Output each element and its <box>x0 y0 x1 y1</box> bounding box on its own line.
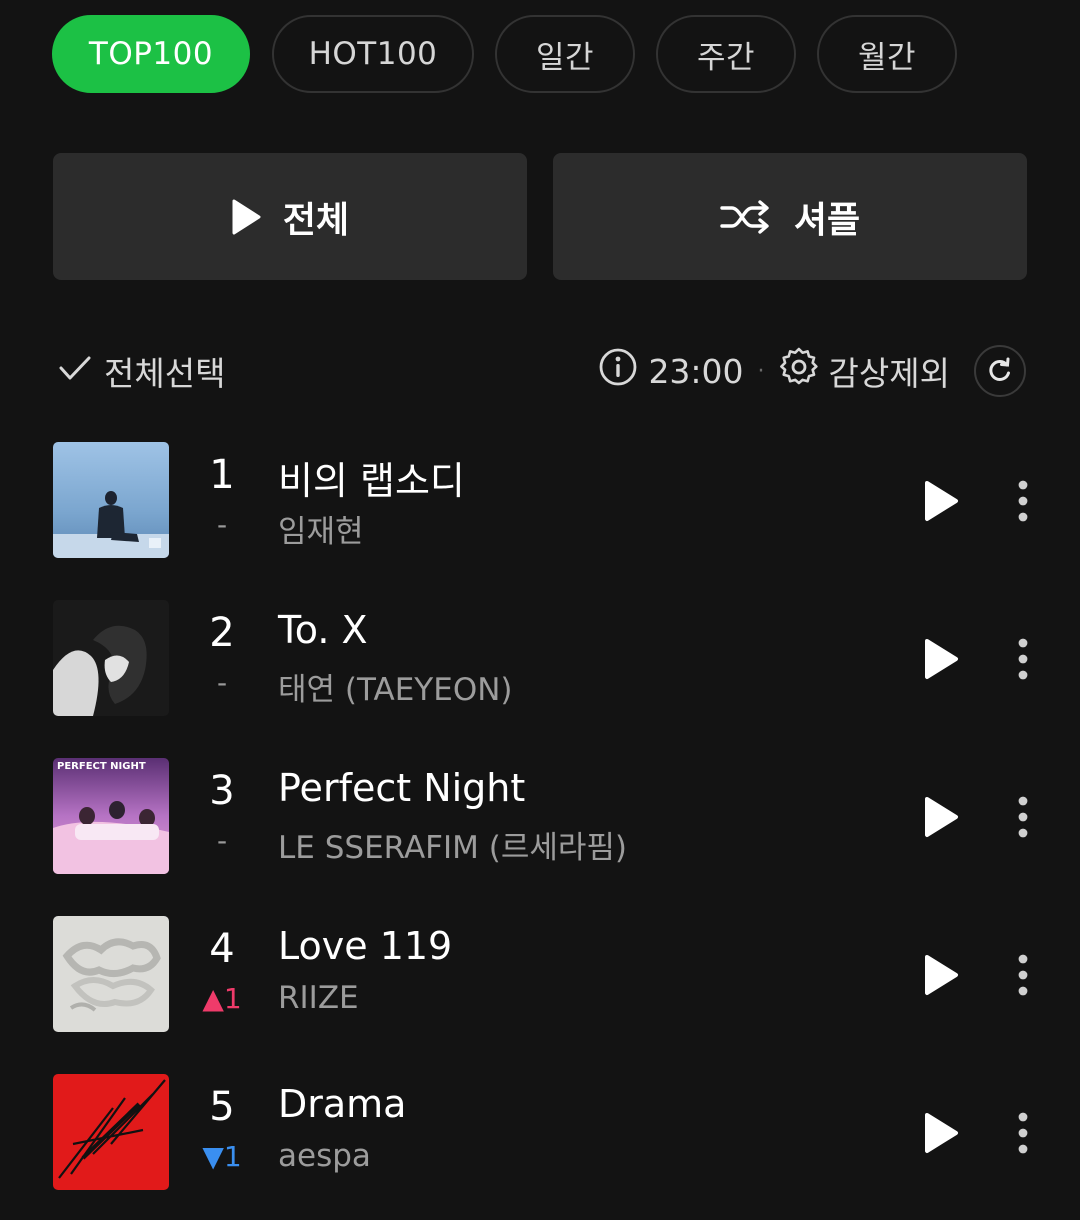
album-art <box>53 916 169 1032</box>
song-title[interactable]: Perfect Night <box>278 766 525 810</box>
song-artist[interactable]: LE SSERAFIM (르세라핌) <box>278 822 627 867</box>
rank-number: 3 <box>209 768 235 814</box>
song-artist[interactable]: 태연 (TAEYEON) <box>278 664 513 709</box>
rank-change: - <box>216 666 228 699</box>
album-art <box>53 1074 169 1190</box>
song-row[interactable]: 4 ▲1 Love 119 RIIZE <box>0 916 1080 1034</box>
separator: · <box>757 358 765 384</box>
rank-number: 2 <box>209 610 235 656</box>
chart-screen: TOP100 HOT100 일간 주간 월간 전체 셔플 전체선택 23:00 … <box>0 0 1080 1220</box>
play-icon[interactable] <box>922 480 960 526</box>
refresh-button[interactable] <box>974 345 1026 397</box>
tab-hot100[interactable]: HOT100 <box>272 15 474 93</box>
tab-daily[interactable]: 일간 <box>495 15 635 93</box>
rank-number: 1 <box>209 452 235 498</box>
play-all-label: 전체 <box>282 199 350 241</box>
info-icon[interactable] <box>598 347 638 395</box>
refresh-icon <box>987 352 1013 391</box>
song-title[interactable]: To. X <box>278 608 368 652</box>
more-options-icon[interactable] <box>1010 478 1036 528</box>
song-row[interactable]: 2 - To. X 태연 (TAEYEON) <box>0 600 1080 718</box>
exclude-settings-button[interactable]: 감상제외 <box>779 347 950 395</box>
song-row[interactable]: PERFECT NIGHT 3 - Perfect Night LE SSERA… <box>0 758 1080 876</box>
rank-number: 5 <box>209 1084 235 1130</box>
toolbar-right: 23:00 · 감상제외 <box>598 340 1026 402</box>
more-options-icon[interactable] <box>1010 794 1036 844</box>
update-time: 23:00 <box>648 351 744 391</box>
play-icon[interactable] <box>922 1112 960 1158</box>
select-all-button[interactable]: 전체선택 <box>58 346 225 396</box>
song-row[interactable]: 1 - 비의 랩소디 임재현 <box>0 442 1080 560</box>
album-art-text: PERFECT NIGHT <box>57 761 146 772</box>
shuffle-button[interactable]: 셔플 <box>553 153 1027 280</box>
song-title[interactable]: Love 119 <box>278 924 452 968</box>
list-toolbar: 전체선택 23:00 · 감상제외 <box>0 340 1080 402</box>
shuffle-label: 셔플 <box>793 199 861 241</box>
play-icon[interactable] <box>922 954 960 1000</box>
rank-change-down: ▼1 <box>202 1140 242 1173</box>
rank-change-up: ▲1 <box>202 982 242 1015</box>
song-artist[interactable]: aespa <box>278 1138 371 1174</box>
shuffle-icon <box>720 199 772 235</box>
album-art: PERFECT NIGHT <box>53 758 169 874</box>
exclude-label: 감상제외 <box>828 354 950 393</box>
more-options-icon[interactable] <box>1010 952 1036 1002</box>
song-row[interactable]: 5 ▼1 Drama aespa <box>0 1074 1080 1192</box>
rank-change: - <box>216 508 228 541</box>
song-title[interactable]: 비의 랩소디 <box>278 450 465 505</box>
album-art <box>53 442 169 558</box>
tab-weekly[interactable]: 주간 <box>656 15 796 93</box>
song-title[interactable]: Drama <box>278 1082 406 1126</box>
song-artist[interactable]: 임재현 <box>278 506 364 551</box>
song-artist[interactable]: RIIZE <box>278 980 359 1016</box>
play-icon <box>231 199 261 235</box>
play-icon[interactable] <box>922 638 960 684</box>
more-options-icon[interactable] <box>1010 636 1036 686</box>
gear-icon <box>779 347 819 395</box>
tab-top100[interactable]: TOP100 <box>52 15 250 93</box>
rank-change: - <box>216 824 228 857</box>
tab-monthly[interactable]: 월간 <box>817 15 957 93</box>
album-art <box>53 600 169 716</box>
more-options-icon[interactable] <box>1010 1110 1036 1160</box>
select-all-label: 전체선택 <box>104 354 226 393</box>
rank-number: 4 <box>209 926 235 972</box>
play-all-button[interactable]: 전체 <box>53 153 527 280</box>
check-icon <box>58 352 92 391</box>
play-icon[interactable] <box>922 796 960 842</box>
